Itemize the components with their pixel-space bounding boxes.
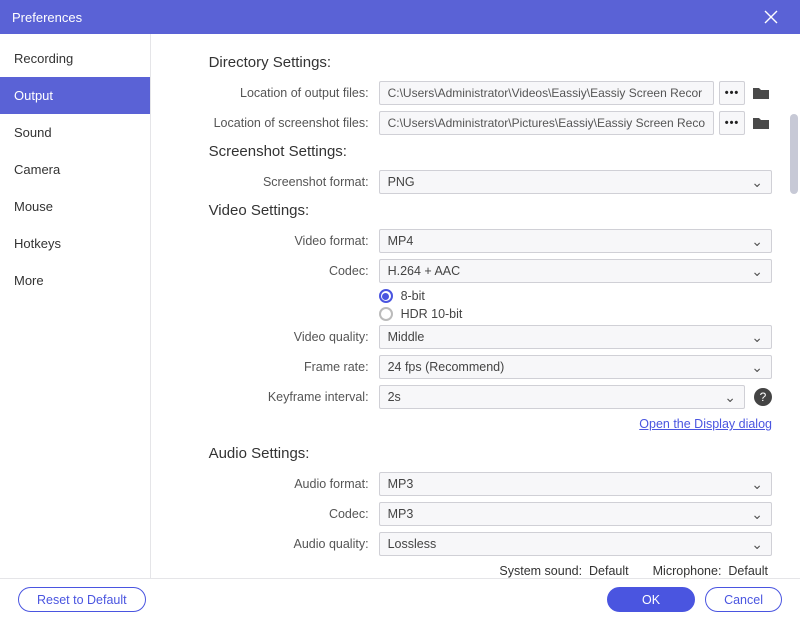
video-codec-select[interactable]: H.264 + AAC ⌄ [379,259,772,283]
sidebar-item-hotkeys[interactable]: Hotkeys [0,225,150,262]
keyframe-label: Keyframe interval: [163,390,379,404]
section-title-video: Video Settings: [209,202,772,219]
keyframe-help-button[interactable]: ? [754,388,772,406]
video-codec-value: H.264 + AAC [388,260,461,282]
folder-icon [752,86,770,100]
chevron-down-icon: ⌄ [751,473,763,495]
system-sound-value: Default [589,564,629,578]
video-format-select[interactable]: MP4 ⌄ [379,229,772,253]
sidebar-item-camera[interactable]: Camera [0,151,150,188]
audio-codec-label: Codec: [163,507,379,521]
sidebar-item-sound[interactable]: Sound [0,114,150,151]
chevron-down-icon: ⌄ [751,356,763,378]
help-icon: ? [760,390,767,404]
sidebar-item-output[interactable]: Output [0,77,150,114]
sidebar-item-recording[interactable]: Recording [0,40,150,77]
bitdepth-hdr-radio[interactable]: HDR 10-bit [379,307,772,321]
video-quality-value: Middle [388,326,425,348]
open-output-folder-button[interactable] [750,82,772,104]
section-title-audio: Audio Settings: [209,445,772,462]
section-title-directory: Directory Settings: [209,54,772,71]
close-button[interactable] [754,0,788,34]
output-path-label: Location of output files: [163,86,379,100]
reset-to-default-button[interactable]: Reset to Default [18,587,146,612]
bitdepth-hdr-label: HDR 10-bit [401,307,463,321]
chevron-down-icon: ⌄ [751,503,763,525]
chevron-down-icon: ⌄ [751,260,763,282]
keyframe-value: 2s [388,386,401,408]
microphone-value: Default [728,564,768,578]
screenshot-path-label: Location of screenshot files: [163,116,379,130]
audio-quality-select[interactable]: Lossless ⌄ [379,532,772,556]
sidebar-item-more[interactable]: More [0,262,150,299]
output-path-field[interactable]: C:\Users\Administrator\Videos\Eassiy\Eas… [379,81,714,105]
framerate-select[interactable]: 24 fps (Recommend) ⌄ [379,355,772,379]
audio-codec-value: MP3 [388,503,414,525]
video-format-value: MP4 [388,230,414,252]
audio-quality-value: Lossless [388,533,437,555]
audio-status-row: System sound: Default Microphone: Defaul… [163,564,772,578]
folder-icon [752,116,770,130]
video-format-label: Video format: [163,234,379,248]
radio-icon [379,289,393,303]
screenshot-path-field[interactable]: C:\Users\Administrator\Pictures\Eassiy\E… [379,111,714,135]
screenshot-format-select[interactable]: PNG ⌄ [379,170,772,194]
microphone-label: Microphone: [653,564,722,578]
audio-quality-label: Audio quality: [163,537,379,551]
scrollbar-thumb[interactable] [790,114,798,194]
video-quality-select[interactable]: Middle ⌄ [379,325,772,349]
bitdepth-8-radio[interactable]: 8-bit [379,289,772,303]
chevron-down-icon: ⌄ [724,386,736,408]
video-quality-label: Video quality: [163,330,379,344]
audio-codec-select[interactable]: MP3 ⌄ [379,502,772,526]
cancel-button[interactable]: Cancel [705,587,782,612]
browse-output-button[interactable]: ••• [719,81,745,105]
main-panel: Directory Settings: Location of output f… [151,34,800,578]
footer: Reset to Default OK Cancel [0,578,800,620]
audio-format-label: Audio format: [163,477,379,491]
framerate-label: Frame rate: [163,360,379,374]
section-title-screenshot: Screenshot Settings: [209,143,772,160]
framerate-value: 24 fps (Recommend) [388,356,505,378]
browse-screenshot-button[interactable]: ••• [719,111,745,135]
dots-icon: ••• [725,117,740,129]
sidebar-item-mouse[interactable]: Mouse [0,188,150,225]
bitdepth-8-label: 8-bit [401,289,425,303]
system-sound-label: System sound: [499,564,582,578]
sidebar: Recording Output Sound Camera Mouse Hotk… [0,34,151,578]
chevron-down-icon: ⌄ [751,230,763,252]
audio-format-value: MP3 [388,473,414,495]
window-title: Preferences [12,10,754,25]
chevron-down-icon: ⌄ [751,533,763,555]
chevron-down-icon: ⌄ [751,171,763,193]
radio-icon [379,307,393,321]
audio-format-select[interactable]: MP3 ⌄ [379,472,772,496]
screenshot-format-label: Screenshot format: [163,175,379,189]
titlebar: Preferences [0,0,800,34]
ok-button[interactable]: OK [607,587,695,612]
keyframe-select[interactable]: 2s ⌄ [379,385,745,409]
chevron-down-icon: ⌄ [751,326,763,348]
video-codec-label: Codec: [163,264,379,278]
screenshot-format-value: PNG [388,171,415,193]
open-screenshot-folder-button[interactable] [750,112,772,134]
dots-icon: ••• [725,87,740,99]
open-display-dialog-link[interactable]: Open the Display dialog [639,417,772,431]
close-icon [764,10,778,24]
